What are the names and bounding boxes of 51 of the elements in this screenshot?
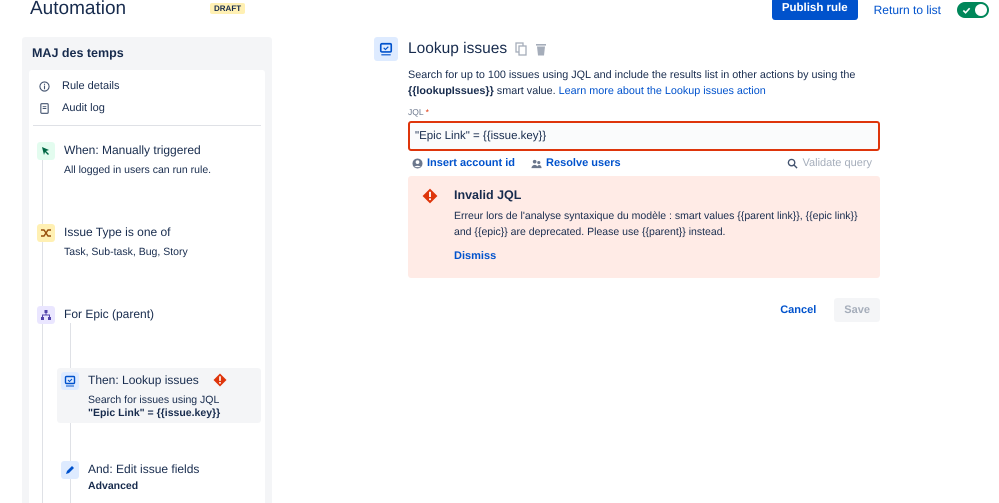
shuffle-icon [37, 224, 55, 242]
cursor-icon [37, 142, 55, 160]
field-label: JQL [408, 107, 424, 117]
sidebar-link[interactable]: Rule details [39, 80, 255, 92]
info-icon [39, 80, 50, 92]
step-description: All logged in users can run rule. [64, 164, 212, 176]
step-description: Task, Sub-task, Bug, Story [64, 246, 188, 258]
trash-icon[interactable] [535, 42, 548, 56]
step-title: Then: Lookup issues [88, 373, 199, 387]
copy-icon[interactable] [515, 42, 528, 56]
monitor-icon [61, 372, 79, 390]
step-detail: Advanced [88, 480, 140, 492]
jql-input-field[interactable]: "Epic Link" = {{issue.key}} [408, 121, 880, 151]
monitor-icon [374, 37, 398, 61]
document-icon [39, 102, 50, 114]
dismiss-link[interactable]: Dismiss [454, 250, 496, 262]
description-text: Search for up to 100 issues using JQL and include the results list in other actions by using the {{lookupIssues}} smart value. Learn more about the Lookup issues action [408, 68, 856, 98]
step-title: For Epic (parent) [64, 307, 154, 321]
step-title: Issue Type is one of [64, 225, 171, 239]
publish-button[interactable]: Publish rule [772, 0, 858, 20]
rule-step[interactable]: And: Edit issue fields Advanced [57, 457, 261, 496]
rule-step[interactable]: Issue Type is one of Task, Sub-task, Bug, Story [33, 220, 261, 262]
people-icon [531, 158, 542, 168]
rule-step[interactable]: When: Manually triggered All logged in users can run rule. [33, 138, 261, 180]
search-icon [787, 158, 798, 168]
sidebar-link[interactable]: Audit log [39, 102, 255, 114]
rule-name: MAJ des temps [31, 46, 125, 62]
check-icon [962, 6, 971, 14]
return-link[interactable]: Return to list [874, 2, 941, 16]
error-icon [422, 188, 438, 204]
page-title: Automation [30, 0, 128, 20]
error-title: Invalid JQL [454, 188, 522, 202]
insert-account-link[interactable]: Insert account id [412, 157, 516, 169]
panel-title: Lookup issues [408, 40, 508, 58]
step-title: And: Edit issue fields [88, 462, 200, 476]
step-description: Search for issues using JQL [88, 394, 220, 406]
pencil-icon [61, 461, 79, 479]
resolve-users-link[interactable]: Resolve users [531, 157, 621, 169]
required-mark: * [426, 107, 429, 117]
cancel-button[interactable]: Cancel [770, 298, 826, 322]
person-icon [412, 158, 423, 168]
step-title: When: Manually triggered [64, 143, 201, 157]
step-detail: "Epic Link" = {{issue.key}} [88, 407, 222, 419]
enable-toggle[interactable] [957, 2, 989, 18]
error-message: Erreur lors de l'analyse syntaxique du modèle : smart values {{parent link}}, {{epic link}} and {{epic}} are deprecated. Please use {{parent}} instead. [454, 209, 859, 240]
hierarchy-icon [37, 306, 55, 324]
error-icon [212, 373, 227, 387]
rule-step[interactable]: For Epic (parent) [33, 302, 261, 328]
learn-more-link[interactable]: Learn more about the Lookup issues action [558, 84, 766, 96]
status-lozenge: DRAFT [210, 2, 246, 14]
rule-step[interactable]: Then: Lookup issues Search for issues using JQL "Epic Link" = {{issue.key}} [57, 368, 261, 423]
